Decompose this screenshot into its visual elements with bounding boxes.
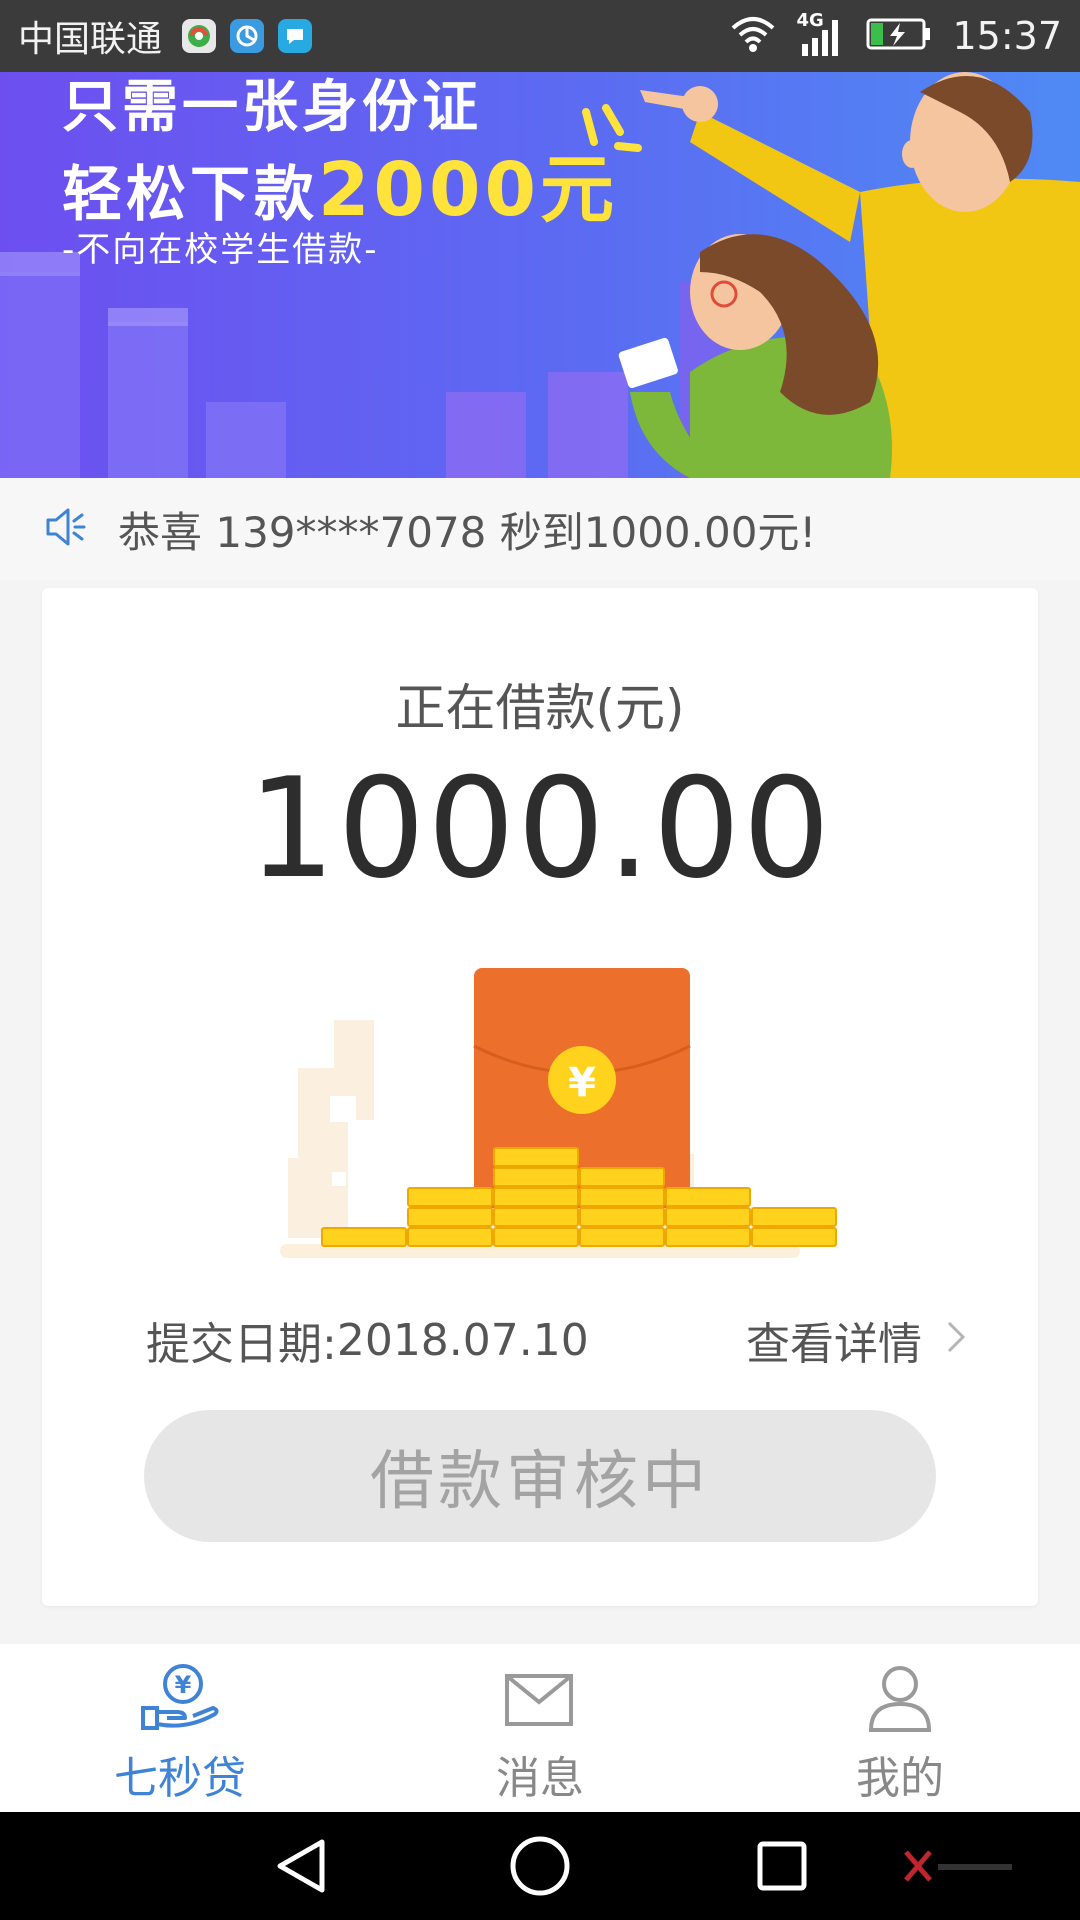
svg-text:¥: ¥ — [568, 1060, 596, 1106]
tab-messages-label: 消息 — [496, 1753, 584, 1804]
svg-text:¥: ¥ — [175, 1671, 192, 1699]
promo-banner[interactable]: 只需一张身份证 轻松下款2000元 -不向在校学生借款- — [0, 72, 1080, 478]
submit-date-label: 提交日期: — [146, 1319, 337, 1370]
banner-headline-prefix: 轻松下款 — [62, 160, 318, 230]
submit-date: 2018.07.10 — [336, 1314, 589, 1366]
loan-review-status-button[interactable]: 借款审核中 — [144, 1410, 936, 1542]
envelope-icon — [497, 1662, 583, 1736]
chat-notification-icon — [278, 19, 313, 53]
loan-card: 正在借款(元) 1000.00 ¥ 提交日期: 2018.07.10 查看详情 … — [42, 588, 1038, 1606]
bottom-nav: ¥ 七秒贷 消息 我的 — [0, 1644, 1080, 1812]
notification-icons — [182, 19, 313, 53]
tab-messages[interactable]: 消息 — [360, 1644, 720, 1812]
notice-text: 恭喜 139****7078 秒到1000.00元! — [118, 507, 817, 557]
tab-profile[interactable]: 我的 — [720, 1644, 1080, 1812]
carrier-name: 中国联通 — [18, 19, 163, 60]
app-notification-icon — [182, 19, 217, 53]
cellular-signal-icon: 4G — [796, 10, 846, 58]
browser-notification-icon — [230, 19, 265, 53]
tab-loan-label: 七秒贷 — [114, 1753, 246, 1804]
loan-hand-icon: ¥ — [137, 1662, 223, 1736]
speaker-icon — [42, 503, 90, 555]
user-icon — [857, 1662, 943, 1736]
tab-profile-label: 我的 — [856, 1753, 944, 1804]
home-icon[interactable] — [508, 1834, 572, 1902]
banner-disclaimer: -不向在校学生借款- — [62, 230, 379, 270]
submit-info-row: 提交日期: 2018.07.10 查看详情 — [146, 1308, 966, 1372]
watermark-logo-icon — [900, 1846, 1020, 1890]
screen: 中国联通 4G 15:37 只需一张身份证 轻松下款2000元 -不向在校学生借… — [0, 0, 1080, 1920]
red-envelope-coins-illustration: ¥ — [280, 968, 837, 1258]
loan-amount: 1000.00 — [247, 748, 833, 909]
battery-icon — [866, 17, 932, 55]
clock: 15:37 — [952, 14, 1062, 58]
chevron-right-icon — [946, 1315, 966, 1366]
status-bar: 中国联通 4G 15:37 — [0, 0, 1080, 72]
banner-headline-2: 轻松下款2000元 — [62, 130, 618, 237]
wifi-icon — [730, 14, 776, 58]
view-details-link[interactable]: 查看详情 — [746, 1308, 966, 1372]
tab-loan[interactable]: ¥ 七秒贷 — [0, 1644, 360, 1812]
view-details-label: 查看详情 — [746, 1319, 922, 1370]
loan-amount-label: 正在借款(元) — [395, 679, 685, 737]
system-nav-bar — [0, 1812, 1080, 1920]
back-icon[interactable] — [272, 1834, 332, 1902]
notice-bar: 恭喜 139****7078 秒到1000.00元! — [0, 478, 1080, 580]
banner-highlight-amount: 2000元 — [318, 147, 618, 233]
recent-apps-icon[interactable] — [752, 1834, 812, 1902]
status-indicators: 4G 15:37 — [730, 10, 1062, 58]
